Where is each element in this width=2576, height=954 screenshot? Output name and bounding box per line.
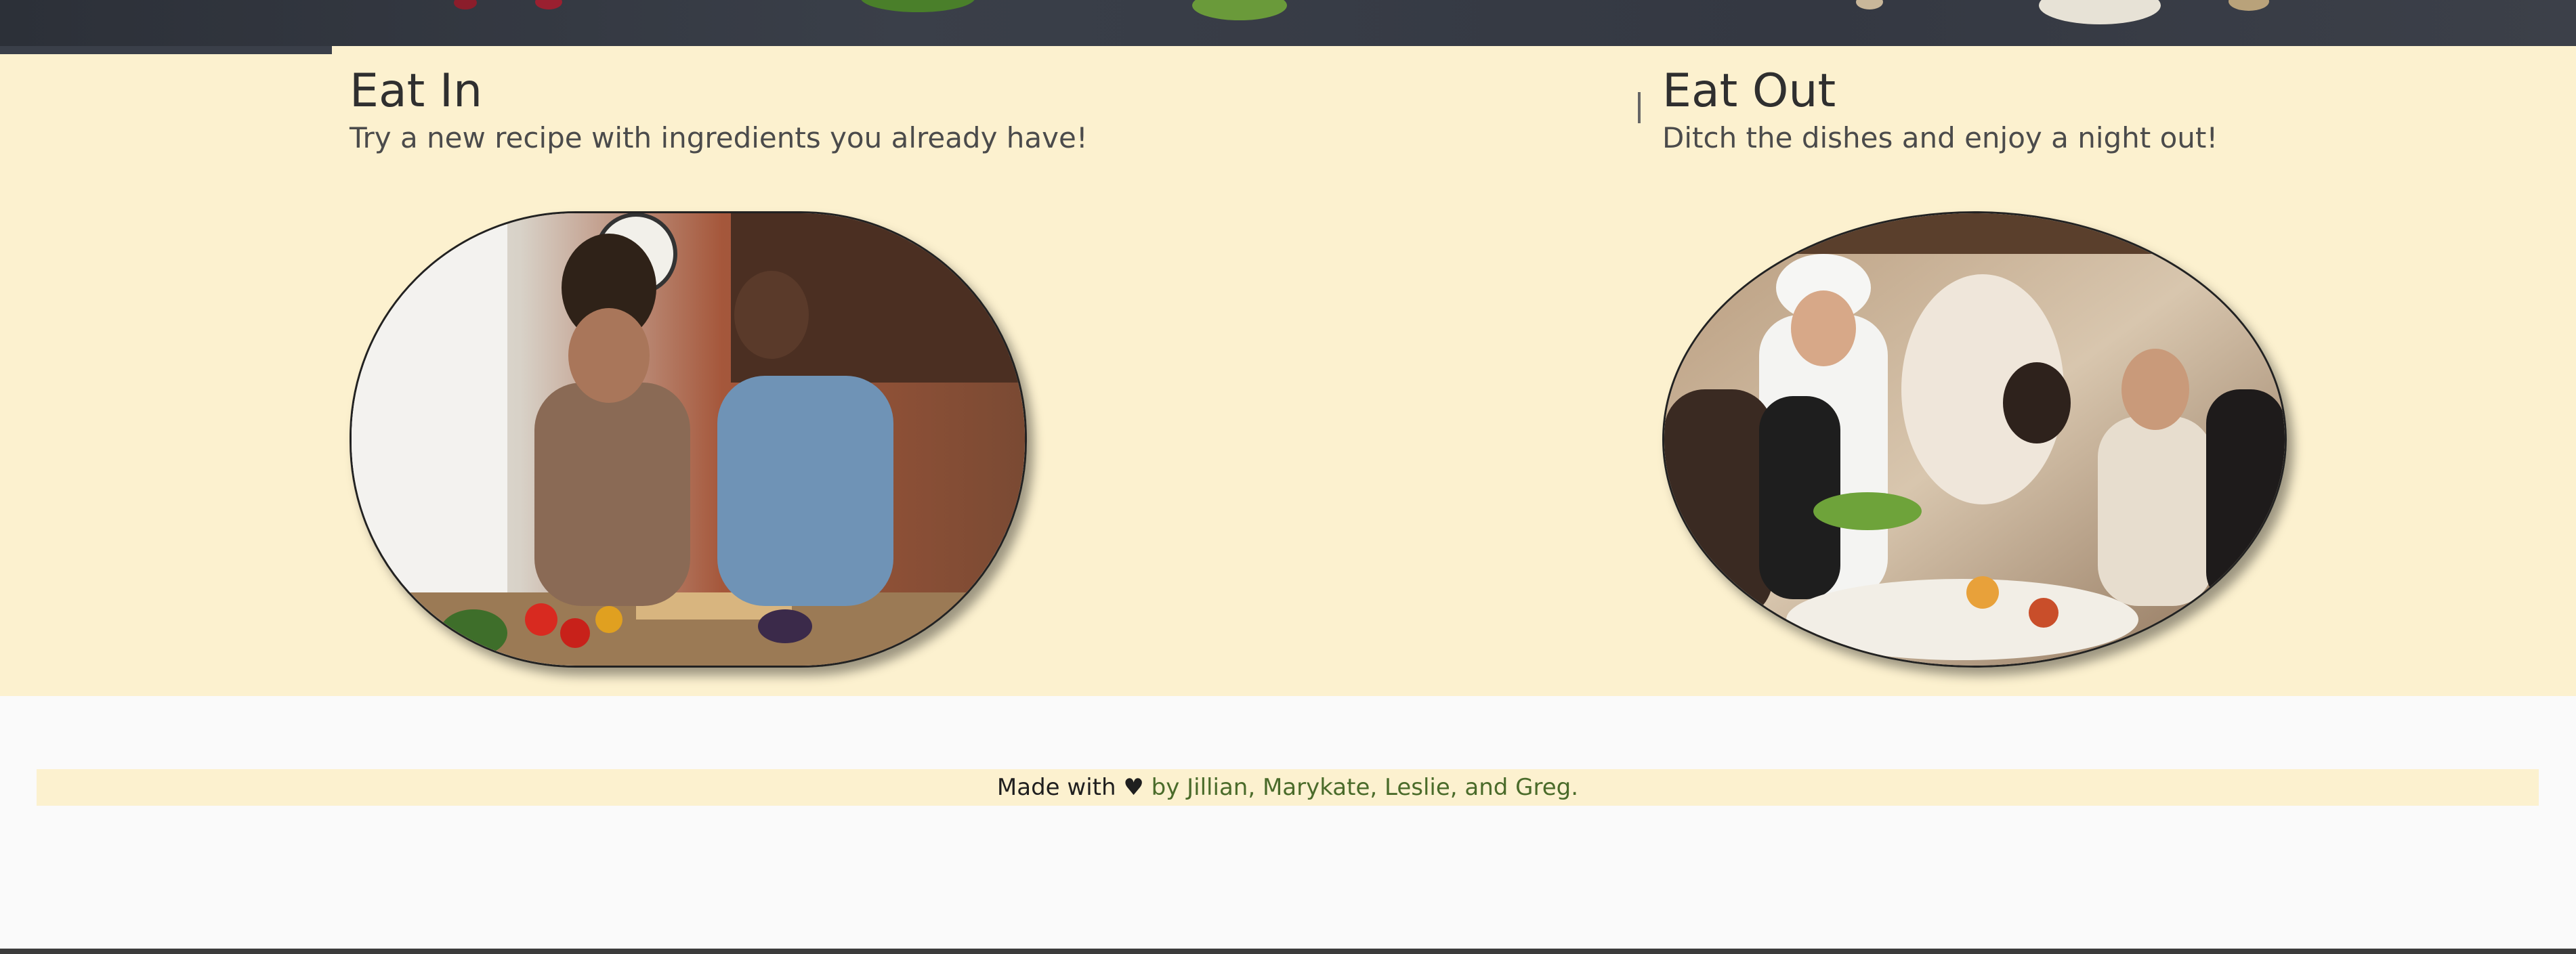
vegetable-decor [860,0,975,12]
eat-in-card[interactable]: Eat In Try a new recipe with ingredients… [350,64,1088,668]
column-divider [1638,92,1641,123]
vegetable-decor [1856,0,1883,9]
options-panel: Eat In Try a new recipe with ingredients… [0,46,2576,696]
eat-out-card[interactable]: Eat Out Ditch the dishes and enjoy a nig… [1662,64,2287,668]
footer-credits: by Jillian, Marykate, Leslie, and Greg. [1151,774,1579,801]
eat-in-subtitle: Try a new recipe with ingredients you al… [350,121,1088,154]
vegetable-decor [454,0,477,9]
footer: Made with ♥ by Jillian, Marykate, Leslie… [37,769,2539,806]
eat-out-title[interactable]: Eat Out [1662,64,2218,119]
vegetable-decor [2229,0,2269,11]
eat-out-image[interactable] [1662,211,2287,668]
panel-notch [0,46,332,54]
vegetable-decor [535,0,562,9]
eat-in-title[interactable]: Eat In [350,64,1088,119]
vegetable-decor [1192,0,1287,20]
eat-out-subtitle: Ditch the dishes and enjoy a night out! [1662,121,2218,154]
footer-made-with: Made with ♥ [996,774,1144,801]
vegetable-decor [2039,0,2161,24]
bottom-border [0,949,2576,954]
eat-in-image[interactable] [350,211,1027,668]
